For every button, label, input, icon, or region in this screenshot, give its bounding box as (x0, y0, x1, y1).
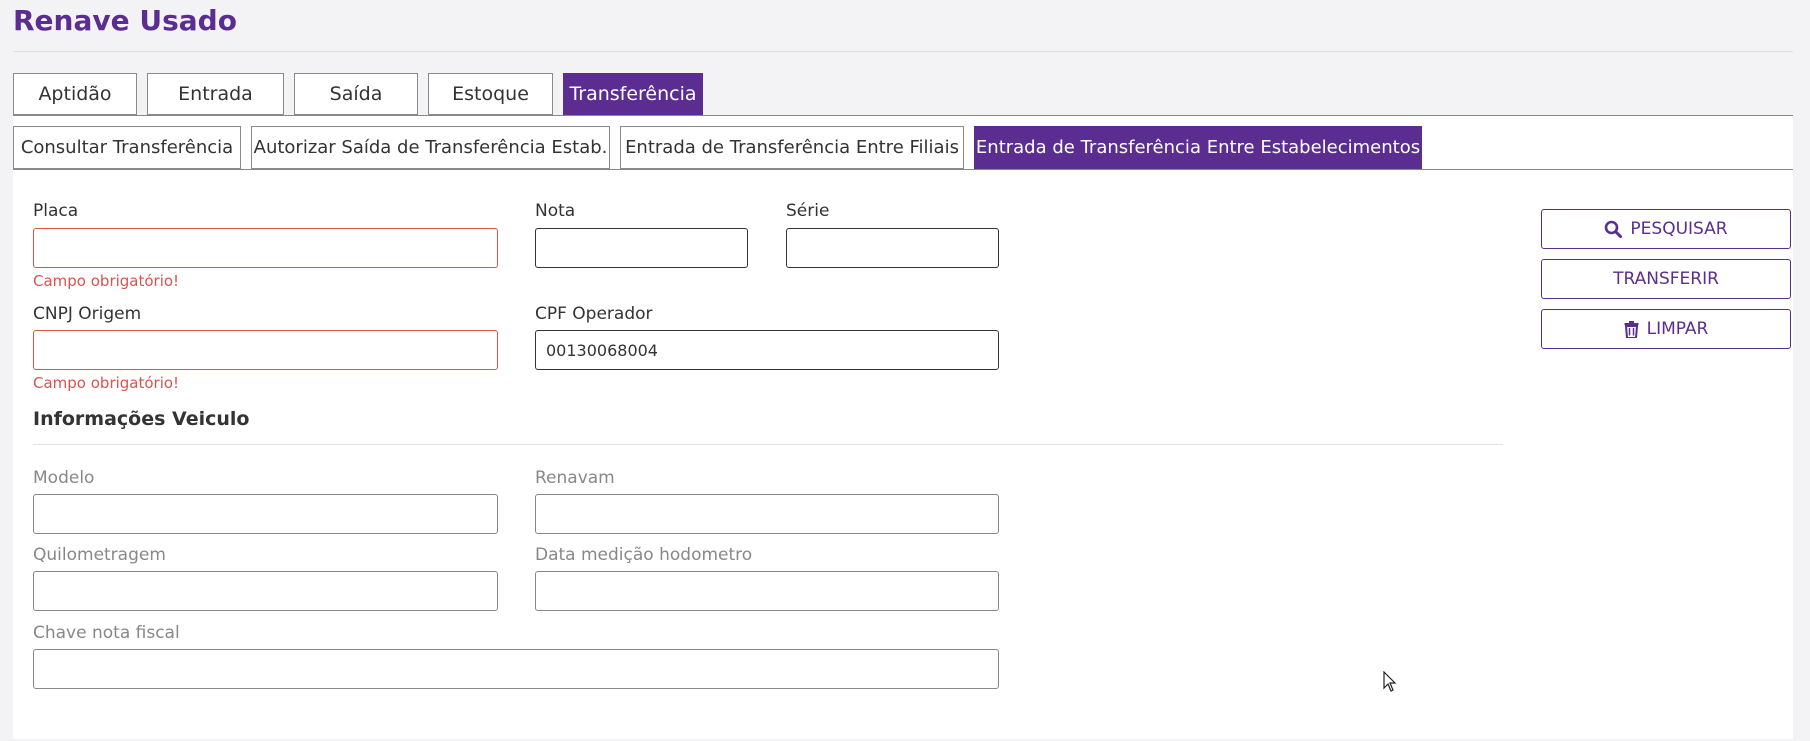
quilometragem-input (33, 571, 498, 611)
tab-aptidao[interactable]: Aptidão (13, 73, 137, 115)
tab-estoque[interactable]: Estoque (428, 73, 553, 115)
subtab-autorizar-saida[interactable]: Autorizar Saída de Transferência Estab. (251, 126, 610, 169)
chave-nota-input (33, 649, 999, 689)
page-title: Renave Usado (13, 4, 237, 37)
sub-tabs-divider (13, 169, 1793, 170)
modelo-input (33, 494, 498, 534)
transferir-label: TRANSFERIR (1613, 269, 1719, 289)
sub-tabs: Consultar Transferência Autorizar Saída … (13, 126, 1422, 169)
cnpj-origem-input[interactable] (33, 330, 498, 370)
data-medicao-input (535, 571, 999, 611)
tab-transferencia[interactable]: Transferência (563, 73, 703, 115)
nota-input[interactable] (535, 228, 748, 268)
content-panel (13, 116, 1793, 739)
subtab-entrada-entre-estabelecimentos[interactable]: Entrada de Transferência Entre Estabelec… (974, 126, 1422, 169)
subtab-consultar-transferencia[interactable]: Consultar Transferência (13, 126, 241, 169)
serie-label: Série (786, 201, 830, 221)
vehicle-info-divider (33, 444, 1503, 445)
main-tabs: Aptidão Entrada Saída Estoque Transferên… (13, 73, 703, 115)
pesquisar-button[interactable]: PESQUISAR (1541, 209, 1791, 249)
mouse-cursor-icon (1383, 670, 1397, 697)
transferir-button[interactable]: TRANSFERIR (1541, 259, 1791, 299)
title-divider (13, 51, 1793, 52)
pesquisar-label: PESQUISAR (1630, 219, 1728, 239)
tab-entrada[interactable]: Entrada (147, 73, 284, 115)
quilometragem-label: Quilometragem (33, 545, 166, 565)
search-icon (1604, 220, 1623, 238)
limpar-button[interactable]: LIMPAR (1541, 309, 1791, 349)
cpf-operador-label: CPF Operador (535, 304, 653, 324)
chave-nota-label: Chave nota fiscal (33, 623, 180, 643)
vehicle-info-title: Informações Veiculo (33, 408, 250, 430)
data-medicao-label: Data medição hodometro (535, 545, 753, 565)
cnpj-origem-error: Campo obrigatório! (33, 374, 180, 392)
nota-label: Nota (535, 201, 576, 221)
renavam-input (535, 494, 999, 534)
serie-input[interactable] (786, 228, 999, 268)
trash-icon (1624, 320, 1639, 338)
tab-saida[interactable]: Saída (294, 73, 418, 115)
renavam-label: Renavam (535, 468, 615, 488)
cpf-operador-input[interactable] (535, 330, 999, 370)
subtab-entrada-entre-filiais[interactable]: Entrada de Transferência Entre Filiais (620, 126, 964, 169)
limpar-label: LIMPAR (1646, 319, 1709, 339)
cnpj-origem-label: CNPJ Origem (33, 304, 142, 324)
modelo-label: Modelo (33, 468, 95, 488)
placa-input[interactable] (33, 228, 498, 268)
placa-error: Campo obrigatório! (33, 272, 180, 290)
placa-label: Placa (33, 201, 79, 221)
